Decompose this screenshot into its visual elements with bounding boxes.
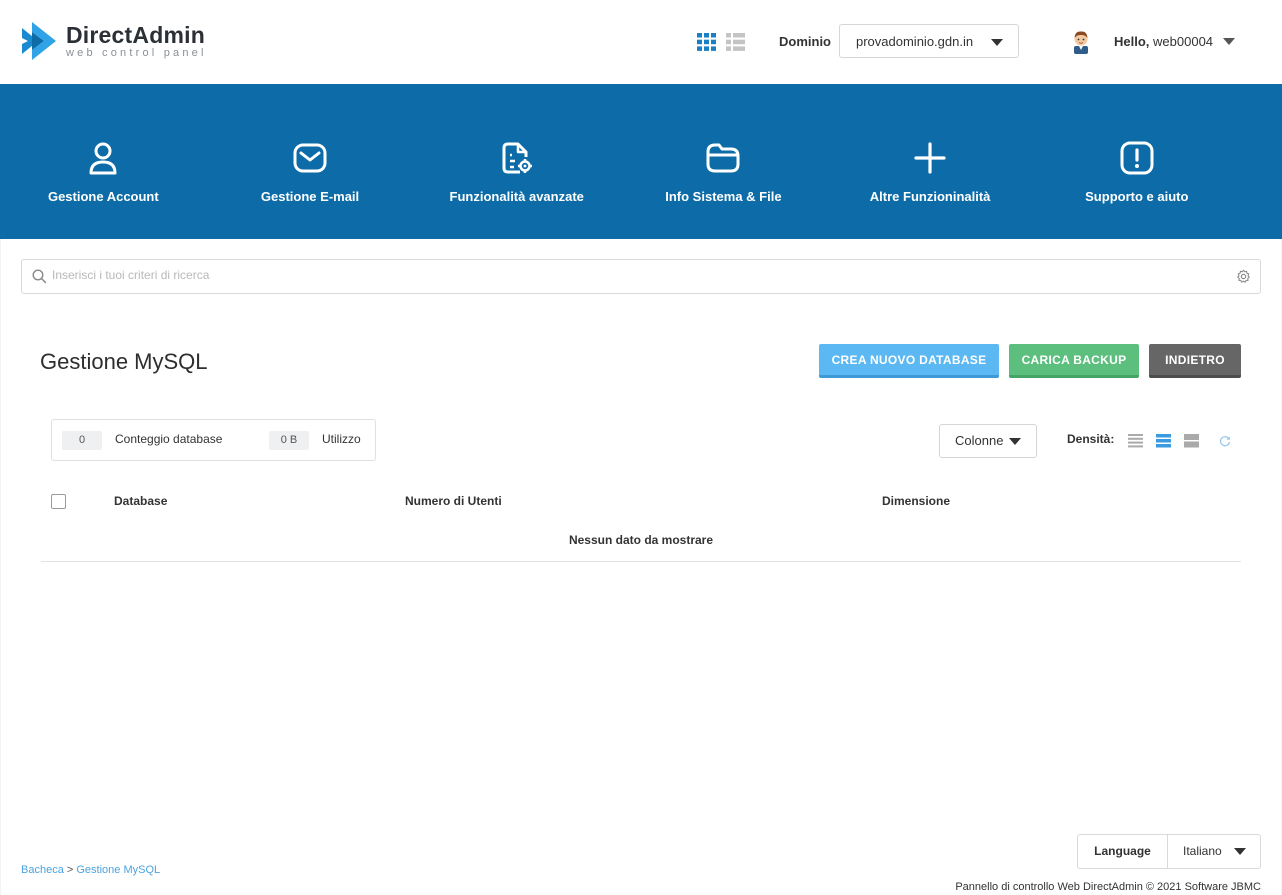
folder-icon xyxy=(706,143,740,173)
user-chevron-down-icon xyxy=(1223,37,1236,45)
logo-title: DirectAdmin xyxy=(66,21,205,48)
breadcrumb-current[interactable]: Gestione MySQL xyxy=(76,864,160,876)
nav-label-email: Gestione E-mail xyxy=(260,189,360,204)
list-view-icon[interactable] xyxy=(726,33,745,51)
search-bar xyxy=(21,259,1261,294)
create-database-button[interactable]: CREA NUOVO DATABASE xyxy=(819,344,999,378)
domain-select[interactable]: provadominio.gdn.in xyxy=(839,24,1019,58)
upload-backup-button[interactable]: CARICA BACKUP xyxy=(1009,344,1139,378)
columns-chevron-down-icon xyxy=(1009,438,1021,445)
footer-copyright: Pannello di controllo Web DirectAdmin © … xyxy=(955,881,1261,893)
column-header-database[interactable]: Database xyxy=(114,494,167,508)
envelope-icon xyxy=(293,143,327,173)
language-chevron-down-icon xyxy=(1234,848,1246,855)
chevron-down-icon xyxy=(991,39,1003,46)
density-comfortable-icon[interactable] xyxy=(1184,433,1199,453)
column-header-users[interactable]: Numero di Utenti xyxy=(405,494,502,508)
breadcrumb: Bacheca > Gestione MySQL xyxy=(21,864,160,876)
directadmin-logo[interactable]: DirectAdmin web control panel xyxy=(20,20,207,62)
plus-icon xyxy=(914,142,946,174)
domain-value: provadominio.gdn.in xyxy=(856,34,974,49)
document-gear-icon xyxy=(502,142,532,174)
nav-label-advanced: Funzionalità avanzate xyxy=(449,189,584,204)
username: web00004 xyxy=(1153,33,1214,49)
user-menu[interactable]: Hello, web00004 xyxy=(1068,28,1236,54)
usage-value: 0 B xyxy=(269,431,309,450)
logo-icon xyxy=(20,20,58,62)
table-header: Database Numero di Utenti Dimensione xyxy=(41,489,1241,513)
density-label: Densità: xyxy=(1067,432,1115,446)
database-count-label: Conteggio database xyxy=(115,432,223,446)
page-title: Gestione MySQL xyxy=(40,349,208,374)
nav-item-support[interactable]: Supporto e aiuto xyxy=(1033,84,1240,239)
select-all-checkbox[interactable] xyxy=(51,494,66,509)
language-selector[interactable]: Language Italiano xyxy=(1077,834,1261,869)
exclamation-icon xyxy=(1120,141,1154,175)
logo-subtitle: web control panel xyxy=(66,46,207,59)
nav-item-account[interactable]: Gestione Account xyxy=(0,84,207,239)
language-value: Italiano xyxy=(1183,844,1222,858)
hello-greeting: Hello, xyxy=(1114,33,1150,49)
column-header-size[interactable]: Dimensione xyxy=(882,494,950,508)
user-icon xyxy=(89,142,117,175)
back-button[interactable]: INDIETRO xyxy=(1149,344,1241,378)
grid-view-icon[interactable] xyxy=(697,33,716,51)
density-compact-icon[interactable] xyxy=(1128,433,1143,453)
search-icon xyxy=(32,269,47,289)
columns-label: Colonne xyxy=(955,433,1004,448)
language-label: Language xyxy=(1078,835,1168,868)
nav-item-email[interactable]: Gestione E-mail xyxy=(207,84,414,239)
nav-item-other-features[interactable]: Altre Funzioninalità xyxy=(827,84,1034,239)
view-toggle xyxy=(697,33,745,51)
usage-label: Utilizzo xyxy=(322,432,361,446)
search-input[interactable] xyxy=(52,268,1232,282)
avatar xyxy=(1068,28,1094,54)
main-panel: Gestione MySQL CREA NUOVO DATABASE CARIC… xyxy=(1,239,1281,895)
nav-item-system-files[interactable]: Info Sistema & File xyxy=(620,84,827,239)
domain-label: Dominio xyxy=(779,34,831,49)
stats-summary: 0 Conteggio database 0 B Utilizzo xyxy=(51,419,376,461)
density-normal-icon[interactable] xyxy=(1156,433,1171,453)
nav-label-other-features: Altre Funzioninalità xyxy=(869,189,991,204)
nav-label-system-files: Info Sistema & File xyxy=(665,189,782,204)
breadcrumb-separator: > xyxy=(66,864,74,876)
refresh-icon[interactable] xyxy=(1219,434,1231,452)
top-header: DirectAdmin web control panel Dominio pr… xyxy=(0,0,1282,84)
nav-label-support: Supporto e aiuto xyxy=(1085,189,1189,204)
main-navigation: Gestione Account Gestione E-mail Funzion… xyxy=(0,84,1282,239)
columns-dropdown[interactable]: Colonne xyxy=(939,424,1037,458)
database-count-value: 0 xyxy=(62,431,102,450)
empty-table-message: Nessun dato da mostrare xyxy=(41,529,1241,562)
breadcrumb-home[interactable]: Bacheca xyxy=(21,864,64,876)
nav-label-account: Gestione Account xyxy=(47,189,159,204)
nav-item-advanced[interactable]: Funzionalità avanzate xyxy=(413,84,620,239)
gear-icon[interactable] xyxy=(1236,269,1251,289)
